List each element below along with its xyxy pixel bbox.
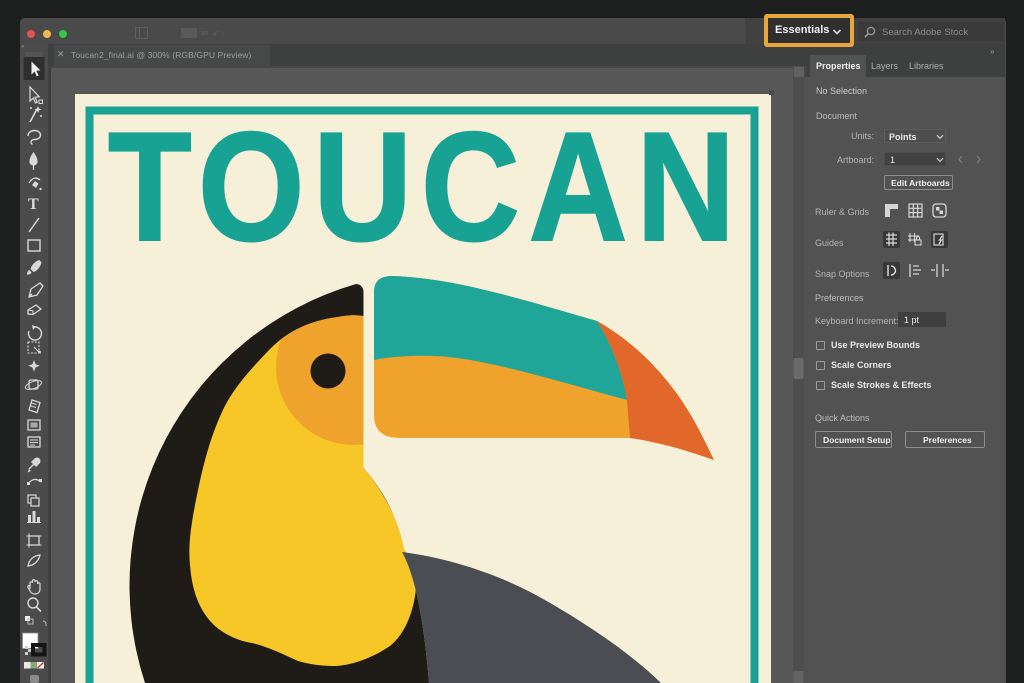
svg-text:T: T <box>28 196 39 213</box>
svg-text:TOUCAN: TOUCAN <box>108 100 744 273</box>
